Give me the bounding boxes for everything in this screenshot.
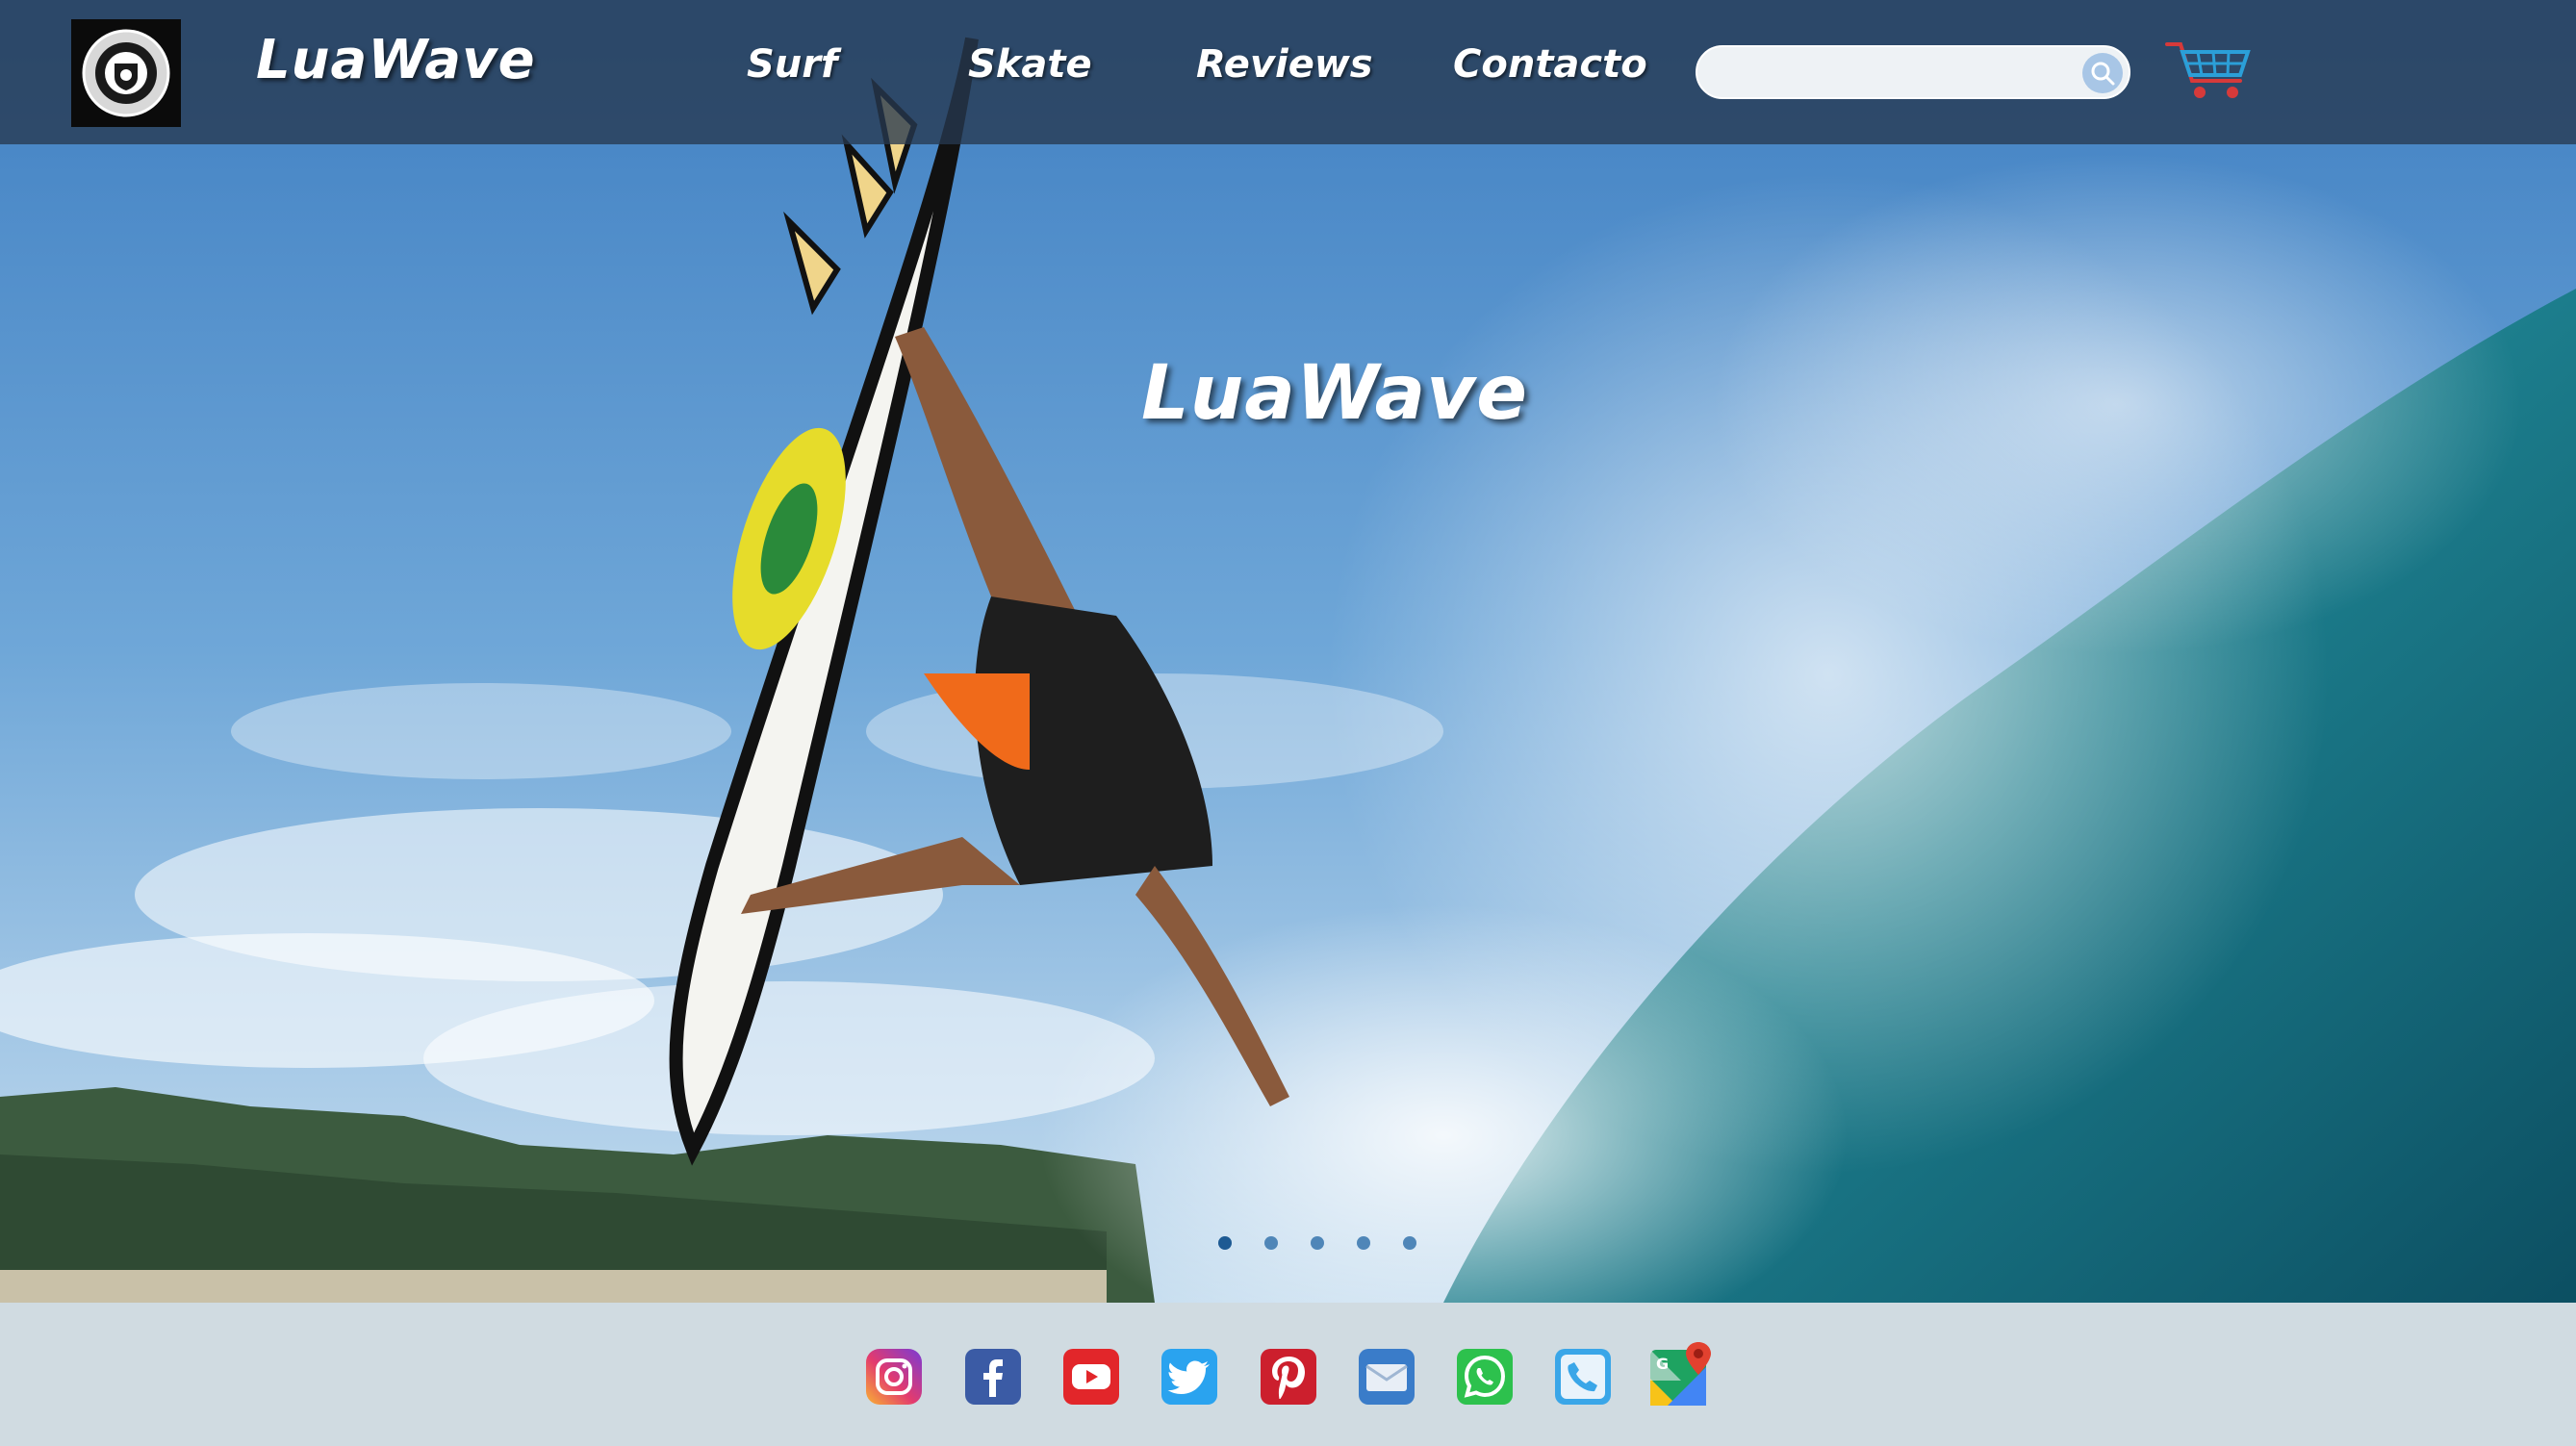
- instagram-link[interactable]: [864, 1347, 924, 1407]
- page: LuaWave Surf Skate Reviews Contacto LuaW…: [0, 0, 2576, 1446]
- pinterest-link[interactable]: [1259, 1347, 1318, 1407]
- nav-surf[interactable]: Surf: [747, 42, 837, 87]
- shopping-cart-icon: [2165, 42, 2251, 98]
- facebook-icon: [965, 1349, 1021, 1405]
- search-icon: [2091, 62, 2115, 86]
- twitter-icon: [1161, 1349, 1217, 1405]
- svg-text:G: G: [1656, 1355, 1669, 1373]
- carousel-dot-2[interactable]: [1264, 1236, 1278, 1250]
- nav-contacto[interactable]: Contacto: [1453, 42, 1647, 87]
- whatsapp-icon: [1457, 1349, 1513, 1405]
- hero-slide-image: [0, 0, 2576, 1303]
- google-maps-link[interactable]: G: [1648, 1340, 1716, 1408]
- search-bar: [1696, 45, 2130, 99]
- google-maps-icon: G: [1650, 1342, 1711, 1406]
- youtube-icon: [1063, 1349, 1119, 1405]
- whatsapp-link[interactable]: [1455, 1347, 1515, 1407]
- carousel-dot-5[interactable]: [1403, 1236, 1416, 1250]
- phone-link[interactable]: [1553, 1347, 1613, 1407]
- search-button[interactable]: [2082, 53, 2123, 93]
- carousel-dot-1[interactable]: [1218, 1236, 1232, 1250]
- cart-button[interactable]: [2163, 37, 2256, 104]
- nav-reviews[interactable]: Reviews: [1196, 42, 1373, 87]
- carousel-dots: [1218, 1236, 1416, 1250]
- email-icon: [1359, 1349, 1415, 1405]
- hero-title: LuaWave: [1141, 350, 1528, 437]
- site-header: LuaWave Surf Skate Reviews Contacto: [0, 0, 2576, 144]
- youtube-link[interactable]: [1061, 1347, 1121, 1407]
- phone-icon: [1555, 1349, 1611, 1405]
- brand-name[interactable]: LuaWave: [256, 29, 536, 91]
- search-input[interactable]: [1721, 55, 2080, 91]
- twitter-link[interactable]: [1160, 1347, 1219, 1407]
- site-logo[interactable]: [71, 19, 181, 127]
- pinterest-icon: [1261, 1349, 1316, 1405]
- email-link[interactable]: [1357, 1347, 1416, 1407]
- carousel-dot-4[interactable]: [1357, 1236, 1370, 1250]
- instagram-icon: [866, 1349, 922, 1405]
- nav-skate[interactable]: Skate: [968, 42, 1092, 87]
- carousel-dot-3[interactable]: [1311, 1236, 1324, 1250]
- facebook-link[interactable]: [963, 1347, 1023, 1407]
- logo-emblem-icon: [82, 29, 170, 117]
